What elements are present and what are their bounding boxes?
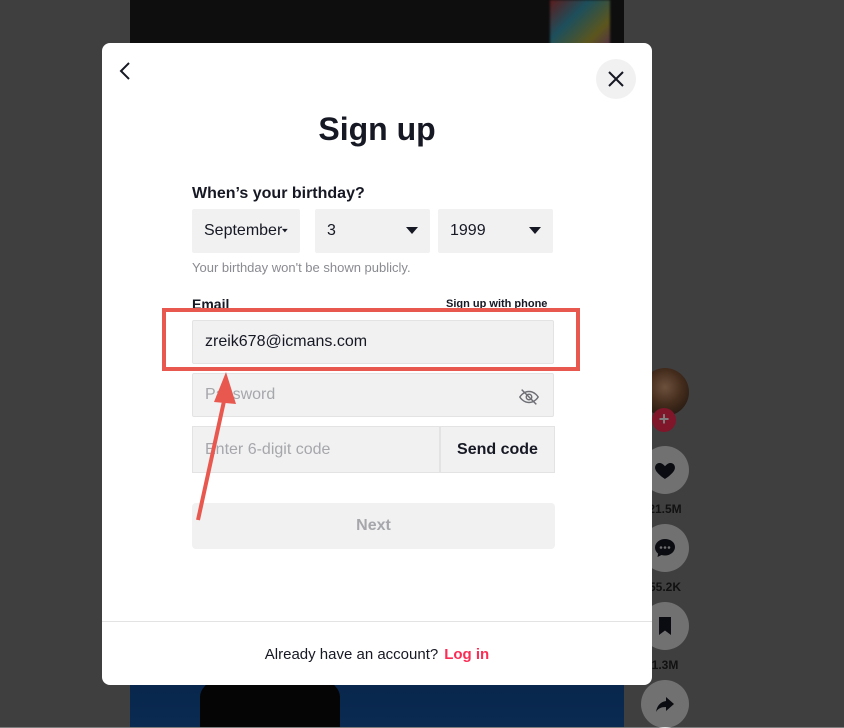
day-select[interactable]: 3 <box>315 209 430 253</box>
month-select[interactable]: September <box>192 209 300 253</box>
birthday-hint: Your birthday won't be shown publicly. <box>192 260 411 275</box>
birthday-label: When’s your birthday? <box>192 185 365 202</box>
close-icon <box>608 71 624 87</box>
chevron-left-icon <box>119 62 130 80</box>
verification-code-field[interactable]: Enter 6-digit code <box>192 426 440 473</box>
footer-text: Already have an account? <box>264 645 439 663</box>
close-button[interactable] <box>596 59 636 99</box>
year-value: 1999 <box>450 222 486 239</box>
year-select[interactable]: 1999 <box>438 209 553 253</box>
modal-footer: Already have an account? Log in <box>102 621 652 685</box>
day-value: 3 <box>327 222 336 239</box>
next-button[interactable]: Next <box>192 503 555 549</box>
page-title: Sign up <box>318 111 436 147</box>
login-link[interactable]: Log in <box>444 646 489 663</box>
back-button[interactable] <box>114 59 138 83</box>
caret-down-icon <box>282 228 288 233</box>
send-code-button[interactable]: Send code <box>440 426 555 473</box>
password-field[interactable]: Password <box>192 373 554 417</box>
caret-down-icon <box>529 227 541 234</box>
caret-down-icon <box>406 227 418 234</box>
month-value: September <box>204 222 283 239</box>
highlight-box <box>162 308 580 371</box>
eye-off-icon[interactable] <box>518 386 540 408</box>
